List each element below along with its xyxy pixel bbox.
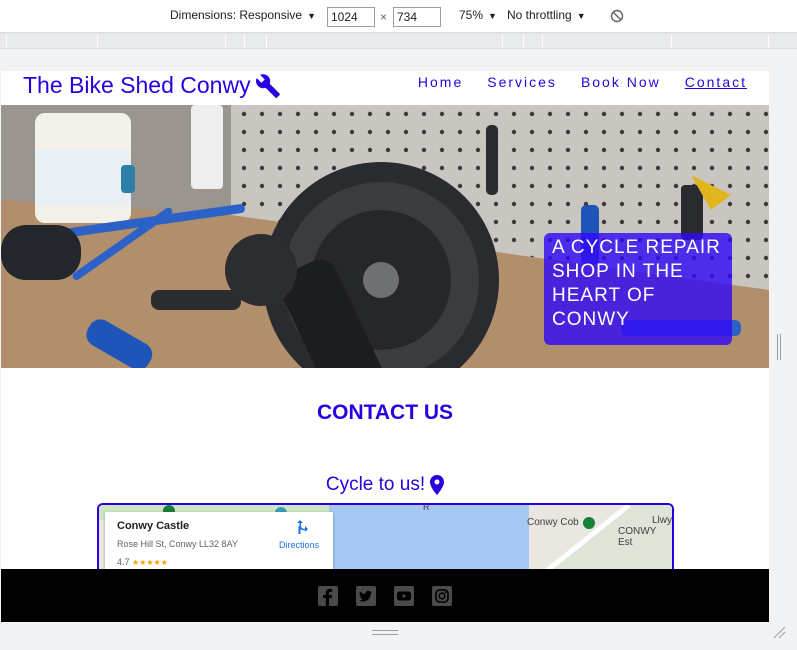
devtools-gutter (769, 50, 797, 650)
throttling-dropdown[interactable]: No throttling ▼ (507, 8, 586, 22)
twitter-icon[interactable] (355, 585, 377, 607)
throttling-label: No throttling (507, 8, 572, 22)
zoom-label: 75% (459, 8, 484, 22)
nav-contact[interactable]: Contact (685, 74, 747, 90)
rotate-icon[interactable] (610, 9, 624, 23)
map-label-r: R (423, 503, 430, 512)
contact-heading: CONTACT US (316, 401, 454, 424)
hero-tagline: A CYCLE REPAIR SHOP IN THE HEART OF CONW… (544, 233, 732, 345)
map-label-est: CONWY Est (618, 526, 657, 548)
brand-name: The Bike Shed Conwy (23, 72, 251, 98)
place-name[interactable]: Conwy Castle (117, 520, 189, 532)
dimensions-dropdown[interactable]: Dimensions: Responsive ▼ (170, 8, 316, 22)
rating-value: 4.7 (117, 557, 130, 567)
devtools-device-toolbar: Dimensions: Responsive ▼ 1024 × 734 75% ▼ … (0, 0, 797, 33)
wrench-icon (255, 73, 280, 98)
dimensions-label: Dimensions: Responsive (170, 8, 303, 22)
map-label-cob: Conwy Cob (527, 517, 579, 528)
dropdown-caret-icon: ▼ (488, 11, 497, 21)
dropdown-caret-icon: ▼ (576, 11, 586, 21)
nav-book-now[interactable]: Book Now (581, 74, 661, 90)
star-rating-icon: ★★★★★ (132, 558, 168, 567)
zoom-dropdown[interactable]: 75% ▼ (459, 8, 497, 22)
resize-corner-icon[interactable] (772, 625, 786, 639)
youtube-icon[interactable] (393, 585, 415, 607)
site-footer (1, 569, 769, 622)
media-query-ruler[interactable] (0, 33, 797, 49)
resize-handle-bottom[interactable] (372, 630, 398, 635)
cycle-text: Cycle to us! (325, 474, 426, 495)
map-label-llwy: Llwy (652, 515, 673, 526)
directions-icon[interactable] (292, 519, 308, 535)
dropdown-caret-icon: ▼ (307, 11, 316, 21)
place-rating: 4.7 ★★★★★ (117, 557, 168, 567)
facebook-icon[interactable] (317, 585, 339, 607)
page-viewport: The Bike Shed Conwy Home Services Book N… (1, 71, 769, 622)
map-pin-icon (430, 475, 445, 495)
nav-home[interactable]: Home (418, 74, 463, 90)
width-input[interactable]: 1024 (327, 7, 375, 27)
directions-link[interactable]: Directions (279, 540, 319, 550)
nav-services[interactable]: Services (487, 74, 557, 90)
cycle-to-us: Cycle to us! (1, 474, 769, 496)
height-input[interactable]: 734 (393, 7, 441, 27)
site-header: The Bike Shed Conwy Home Services Book N… (1, 71, 769, 105)
instagram-icon[interactable] (431, 585, 453, 607)
times-symbol: × (380, 10, 388, 24)
brand-logo-link[interactable]: The Bike Shed Conwy (23, 72, 281, 99)
place-address: Rose Hill St, Conwy LL32 8AY (117, 539, 238, 549)
resize-handle-right[interactable] (777, 334, 781, 360)
hero-image: A CYCLE REPAIR SHOP IN THE HEART OF CONW… (1, 105, 769, 368)
main-nav: Home Services Book Now Contact (418, 74, 747, 90)
